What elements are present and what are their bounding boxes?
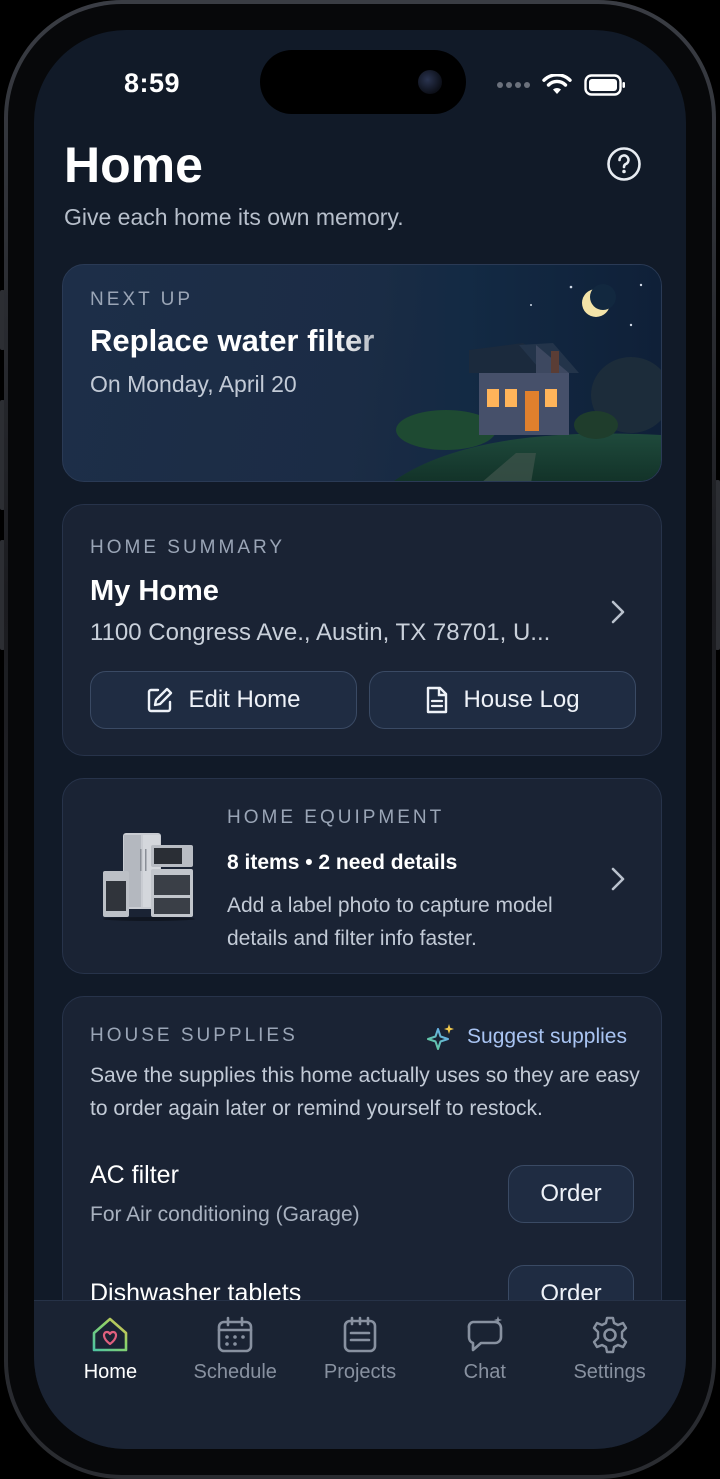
house-supplies-card: HOUSE SUPPLIES Suggest supplies Save the… [62, 996, 662, 1336]
home-summary-card[interactable]: HOME SUMMARY My Home 1100 Congress Ave.,… [62, 504, 662, 756]
camera-icon [418, 70, 442, 94]
supply-item-sub: For Air conditioning (Garage) [90, 1203, 360, 1226]
next-up-eyebrow: NEXT UP [90, 289, 194, 310]
phone-bezel: 8:59 Home Give each home its own memory.… [8, 4, 712, 1475]
next-up-card[interactable]: NEXT UP Replace water filter On Monday, … [62, 264, 662, 482]
tab-projects[interactable]: Projects [298, 1301, 423, 1449]
house-log-label: House Log [463, 686, 580, 713]
tab-schedule-label: Schedule [193, 1361, 277, 1383]
status-time: 8:59 [124, 68, 181, 98]
home-address: 1100 Congress Ave., Austin, TX 78701, U.… [90, 619, 551, 646]
house-log-button[interactable]: House Log [369, 671, 636, 729]
home-equipment-card[interactable]: HOME EQUIPMENT 8 items • 2 need details … [62, 778, 662, 974]
battery-icon [584, 74, 625, 96]
sparkle-icon [427, 1024, 455, 1050]
edit-home-button[interactable]: Edit Home [90, 671, 357, 729]
home-equipment-eyebrow: HOME EQUIPMENT [227, 807, 445, 828]
tab-home-label: Home [83, 1361, 138, 1383]
tab-settings[interactable]: Settings [547, 1301, 672, 1449]
cellular-signal-icon [497, 82, 530, 88]
home-name: My Home [90, 575, 219, 607]
tab-bar: Home Schedule Projects Chat Settings [34, 1300, 686, 1449]
status-bar: 8:59 [34, 30, 686, 140]
tab-schedule[interactable]: Schedule [173, 1301, 298, 1449]
tab-projects-label: Projects [323, 1361, 397, 1383]
equipment-description: Add a label photo to capture model detai… [227, 894, 553, 950]
next-up-date: On Monday, April 20 [90, 371, 297, 397]
dynamic-island [260, 50, 466, 114]
home-summary-eyebrow: HOME SUMMARY [90, 537, 286, 558]
chat-bubble-icon [467, 1316, 503, 1352]
gear-icon [592, 1316, 627, 1354]
chevron-right-icon[interactable] [611, 600, 625, 624]
chevron-right-icon[interactable] [611, 867, 625, 891]
status-icons [496, 74, 626, 96]
suggest-supplies-label: Suggest supplies [467, 1025, 627, 1048]
appliances-icon [103, 833, 195, 921]
tab-chat-label: Chat [463, 1361, 506, 1383]
phone-frame: 8:59 Home Give each home its own memory.… [4, 0, 716, 1479]
house-supplies-eyebrow: HOUSE SUPPLIES [90, 1025, 298, 1046]
order-label: Order [540, 1180, 602, 1207]
help-icon[interactable] [606, 146, 642, 182]
wifi-icon [542, 74, 572, 94]
supply-item-name: AC filter [90, 1161, 179, 1189]
edit-home-label: Edit Home [188, 686, 301, 713]
calendar-icon [217, 1316, 253, 1353]
notepad-icon [343, 1316, 377, 1353]
page-subtitle: Give each home its own memory. [64, 204, 404, 230]
suggest-supplies-button[interactable]: Suggest supplies [427, 1023, 627, 1051]
tab-chat[interactable]: Chat [422, 1301, 547, 1449]
order-button[interactable]: Order [508, 1165, 634, 1223]
home-heart-icon [93, 1317, 128, 1352]
page-title: Home [64, 137, 203, 193]
tab-settings-label: Settings [573, 1361, 646, 1383]
house-supplies-description: Save the supplies this home actually use… [90, 1064, 640, 1120]
document-icon [427, 686, 448, 714]
house-night-illustration [331, 265, 661, 481]
equipment-count: 8 items • 2 need details [227, 851, 458, 874]
tab-home[interactable]: Home [48, 1301, 173, 1449]
edit-icon [148, 687, 173, 713]
screen: 8:59 Home Give each home its own memory.… [34, 30, 686, 1449]
